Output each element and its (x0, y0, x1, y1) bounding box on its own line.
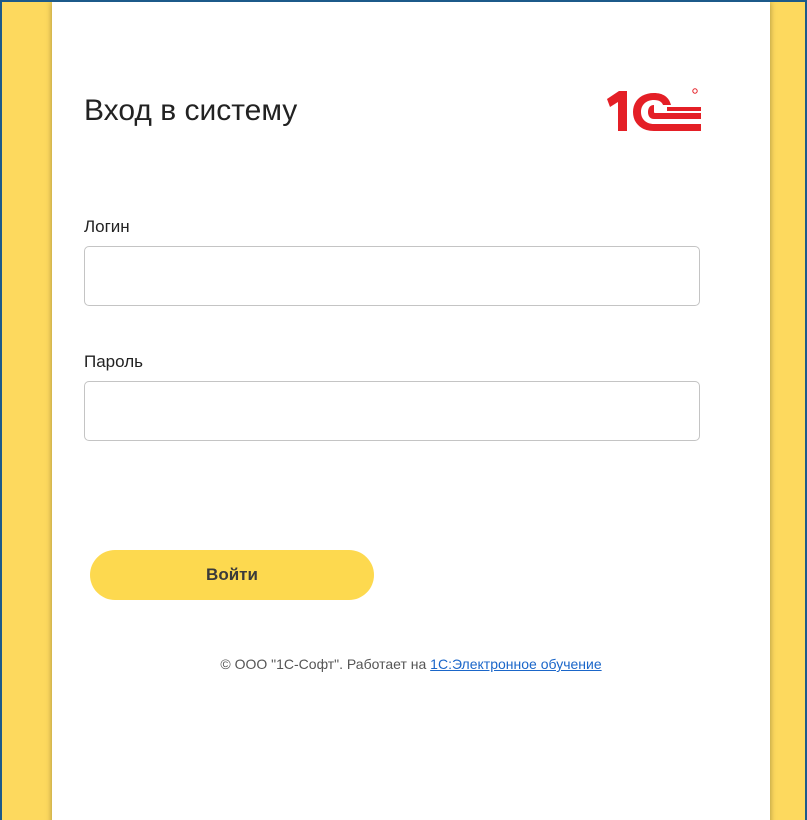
page-background: Вход в систему Логин Пароль Войти © ООО … (0, 0, 807, 820)
page-title: Вход в систему (84, 94, 298, 127)
1c-logo-icon (607, 88, 701, 131)
footer: © ООО "1С-Софт". Работает на 1С:Электрон… (52, 656, 770, 672)
login-card: Вход в систему Логин Пароль Войти © ООО … (52, 2, 770, 820)
password-input[interactable] (84, 381, 700, 441)
password-label: Пароль (84, 352, 143, 371)
login-button[interactable]: Войти (90, 550, 374, 600)
copyright-text: © ООО "1С-Софт". Работает на (220, 656, 431, 672)
login-label: Логин (84, 217, 130, 236)
login-input[interactable] (84, 246, 700, 306)
e-learning-link[interactable]: 1С:Электронное обучение (430, 656, 601, 672)
